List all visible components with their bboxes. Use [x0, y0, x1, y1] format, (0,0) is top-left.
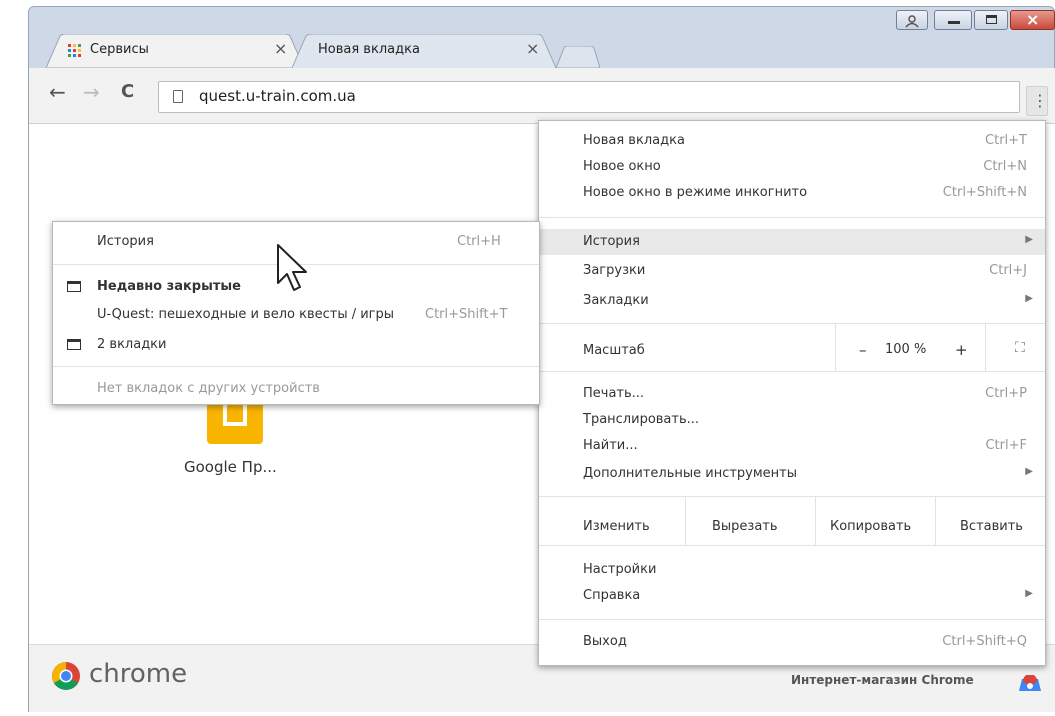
webstore-link[interactable]: Интернет-магазин Chrome [791, 673, 974, 687]
page-icon [173, 90, 183, 103]
menu-item-help[interactable]: Справка ▶ [539, 583, 1045, 609]
submenu-item-no-tabs: Нет вкладок с других устройств [97, 381, 320, 396]
submenu-item-recent-page[interactable]: U-Quest: пешеходные и вело квесты / игры… [53, 302, 539, 328]
menu-separator [539, 323, 1045, 324]
back-icon[interactable]: ← [49, 82, 66, 102]
close-icon: × [1026, 10, 1040, 29]
user-button[interactable] [896, 10, 928, 30]
chrome-logo-icon [51, 661, 81, 695]
window-icon [67, 339, 81, 350]
tab-close-icon[interactable]: × [274, 39, 287, 58]
minimize-button[interactable] [934, 10, 972, 30]
address-bar[interactable]: quest.u-train.com.ua [158, 81, 1020, 113]
minimize-icon [948, 21, 960, 24]
maximize-icon [986, 15, 997, 24]
menu-item-more-tools[interactable]: Дополнительные инструменты ▶ [539, 461, 1045, 487]
mouse-cursor-icon [276, 243, 308, 297]
submenu-item-two-tabs[interactable]: 2 вкладки [53, 332, 539, 358]
close-button[interactable]: × [1010, 10, 1055, 30]
menu-item-downloads[interactable]: Загрузки Ctrl+J [539, 258, 1045, 284]
tab-close-icon[interactable]: × [526, 39, 539, 58]
menu-item-exit[interactable]: Выход Ctrl+Shift+Q [539, 629, 1045, 655]
tab-new-tab[interactable]: Новая вкладка × [292, 34, 556, 68]
menu-item-find[interactable]: Найти... Ctrl+F [539, 433, 1045, 459]
menu-item-bookmarks[interactable]: Закладки ▶ [539, 288, 1045, 314]
menu-separator [539, 217, 1045, 218]
url-text: quest.u-train.com.ua [199, 87, 356, 105]
zoom-divider [985, 323, 986, 371]
menu-item-print[interactable]: Печать... Ctrl+P [539, 381, 1045, 407]
webstore-icon[interactable] [1019, 674, 1041, 695]
maximize-button[interactable] [974, 10, 1008, 30]
menu-item-new-window[interactable]: Новое окно Ctrl+N [539, 154, 1045, 180]
submenu-arrow-icon: ▶ [1025, 588, 1033, 599]
chrome-main-menu: Новая вкладка Ctrl+T Новое окно Ctrl+N Н… [538, 120, 1046, 666]
fullscreen-icon[interactable]: ⛶ [1015, 340, 1025, 356]
app-icon-glyph [223, 404, 247, 426]
tab-title: Сервисы [90, 42, 149, 57]
menu-separator [539, 371, 1045, 372]
new-tab-button[interactable] [555, 45, 601, 69]
zoom-divider [835, 323, 836, 371]
menu-item-settings[interactable]: Настройки [539, 557, 1045, 583]
menu-item-new-tab[interactable]: Новая вкладка Ctrl+T [539, 128, 1045, 154]
chrome-menu-button[interactable]: ⋮ [1026, 86, 1048, 116]
menu-separator [539, 545, 1045, 546]
submenu-arrow-icon: ▶ [1025, 234, 1033, 245]
app-label[interactable]: Google Пр... [184, 458, 277, 476]
submenu-arrow-icon: ▶ [1025, 293, 1033, 304]
menu-item-zoom: Масштаб – 100 % + ⛶ [583, 340, 1025, 359]
kebab-menu-icon: ⋮ [1032, 91, 1048, 110]
user-icon [905, 13, 919, 32]
chrome-brand: chrome [89, 659, 188, 689]
zoom-level: 100 % [885, 342, 927, 357]
submenu-arrow-icon: ▶ [1025, 466, 1033, 477]
menu-item-history[interactable]: История ▶ [539, 229, 1045, 255]
menu-separator [539, 496, 1045, 497]
window-icon [67, 281, 81, 292]
menu-item-incognito[interactable]: Новое окно в режиме инкогнито Ctrl+Shift… [539, 180, 1045, 206]
menu-separator [53, 366, 539, 367]
forward-icon[interactable]: → [83, 82, 100, 102]
menu-separator [539, 619, 1045, 620]
tab-services[interactable]: Сервисы × [46, 34, 304, 68]
zoom-out-button[interactable]: – [859, 341, 867, 359]
tab-title: Новая вкладка [318, 42, 420, 57]
apps-grid-icon [68, 44, 82, 58]
reload-icon[interactable]: C [121, 82, 134, 102]
zoom-in-button[interactable]: + [955, 341, 968, 359]
menu-item-cast[interactable]: Транслировать... [539, 407, 1045, 433]
